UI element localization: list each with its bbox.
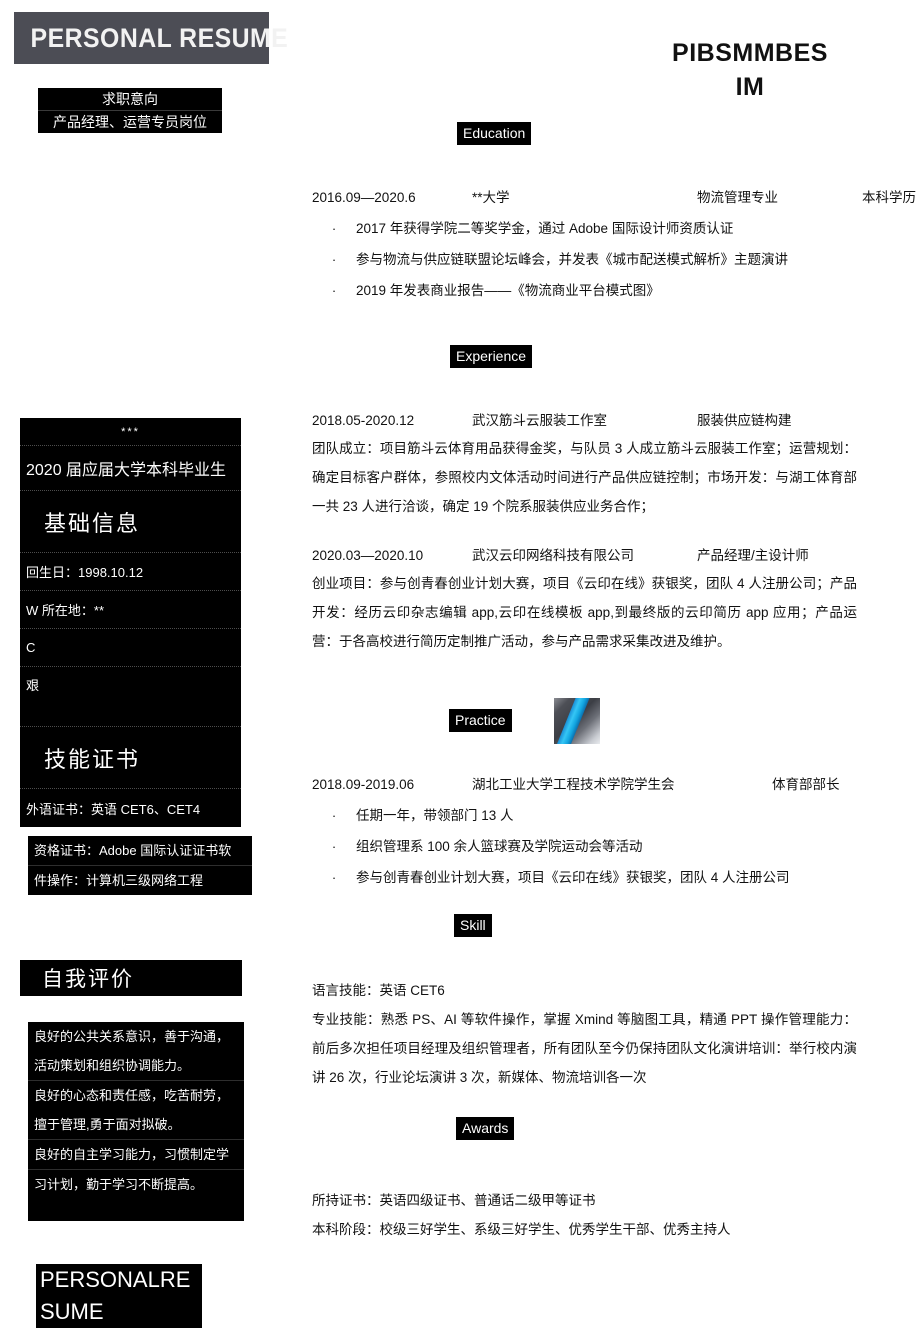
graduation-status: 2020 届应届大学本科毕业生	[20, 446, 241, 491]
self-evaluation-title: 自我评价	[20, 960, 242, 996]
skill-professional-paragraph: 专业技能：熟悉 PS、AI 等软件操作，掌握 Xmind 等脑图工具，精通 PP…	[312, 1012, 857, 1085]
practice-bullet-1: · 任期一年，带领部门 13 人	[312, 800, 840, 831]
section-label-practice: Practice	[449, 709, 512, 732]
practice-role: 体育部部长	[772, 777, 840, 792]
section-label-education: Education	[457, 122, 532, 145]
practice-bullet-1-text: 任期一年，带领部门 13 人	[356, 808, 514, 823]
education-bullet-1-text: 2017 年获得学院二等奖学金，通过 Adobe 国际设计师资质认证	[356, 221, 734, 236]
info-row-c: C	[20, 629, 241, 667]
self-eval-line-1: 良好的公共关系意识，善于沟通，	[34, 1029, 230, 1044]
info-row-birthday: 回生日：1998.10.12	[20, 553, 241, 591]
practice-bullet-2-text: 组织管理系 100 余人篮球赛及学院运动会等活动	[356, 839, 643, 854]
education-entry: 2016.09—2020.6 **大学 物流管理专业 本科学历 · 2017 年…	[312, 185, 916, 306]
skill-entry: 语言技能：英语 CET6 专业技能：熟悉 PS、AI 等软件操作，掌握 Xmin…	[312, 976, 857, 1092]
education-bullets: · 2017 年获得学院二等奖学金，通过 Adobe 国际设计师资质认证 · 参…	[312, 213, 916, 306]
experience-2-org: 武汉云印网络科技有限公司	[472, 548, 634, 563]
self-eval-line-2: 活动策划和组织协调能力。	[34, 1058, 191, 1073]
practice-bullet-3-text: 参与创青春创业计划大赛，项目《云印在线》获银奖，团队 4 人注册公司	[356, 870, 790, 885]
section-label-skill: Skill	[454, 914, 492, 937]
education-school: **大学	[472, 190, 510, 205]
practice-head: 2018.09-2019.06 湖北工业大学工程技术学院学生会 体育部部长	[312, 772, 840, 798]
practice-bullet-2: · 组织管理系 100 余人篮球赛及学院运动会等活动	[312, 831, 840, 862]
practice-bullets: · 任期一年，带领部门 13 人 · 组织管理系 100 余人篮球赛及学院运动会…	[312, 800, 840, 893]
self-eval-line-3: 良好的心态和责任感，吃苦耐劳，	[28, 1080, 244, 1110]
bullet-dot-icon: ·	[331, 870, 337, 885]
education-degree: 本科学历	[862, 190, 916, 205]
self-eval-line-6: 习计划，勤于学习不断提高。	[28, 1169, 244, 1199]
practice-entry: 2018.09-2019.06 湖北工业大学工程技术学院学生会 体育部部长 · …	[312, 772, 840, 893]
info-row-location: W 所在地：**	[20, 591, 241, 629]
practice-org: 湖北工业大学工程技术学院学生会	[472, 777, 675, 792]
education-label-text: Education	[457, 122, 532, 145]
decorative-blue-stripe-image	[554, 698, 600, 744]
personal-resume-banner: PERSONAL RESUME	[14, 12, 288, 64]
education-date: 2016.09—2020.6	[312, 190, 416, 205]
education-entry-head: 2016.09—2020.6 **大学 物流管理专业 本科学历	[312, 185, 916, 211]
education-bullet-3-text: 2019 年发表商业报告——《物流商业平台模式图》	[356, 283, 660, 298]
job-objective-box: 求职意向 产品经理、运营专员岗位	[38, 88, 222, 133]
skill-label-text: Skill	[454, 914, 492, 937]
experience-1-date: 2018.05-2020.12	[312, 413, 415, 428]
candidate-name-line1: PIBSMMBES	[672, 39, 828, 67]
foreign-language-certificate: 外语证书：英语 CET6、CET4	[26, 801, 201, 817]
education-bullet-3: · 2019 年发表商业报告——《物流商业平台模式图》	[312, 275, 916, 306]
section-label-awards: Awards	[456, 1117, 515, 1140]
practice-date: 2018.09-2019.06	[312, 777, 415, 792]
job-objective-value: 产品经理、运营专员岗位	[38, 110, 222, 133]
bullet-dot-icon: ·	[331, 283, 337, 298]
experience-entry-1: 2018.05-2020.12 武汉筋斗云服装工作室 服装供应链构建 团队成立：…	[312, 408, 857, 521]
skill-language-line: 语言技能：英语 CET6	[312, 983, 445, 998]
basic-info-panel: *** 2020 届应届大学本科毕业生 基础信息 回生日：1998.10.12 …	[20, 418, 241, 827]
banner-title: PERSONAL RESUME	[30, 22, 289, 53]
education-major: 物流管理专业	[697, 190, 778, 205]
cert-row-software: 件操作：计算机三级网络工程	[34, 873, 204, 888]
bullet-dot-icon: ·	[331, 221, 337, 236]
experience-1-description: 团队成立：项目筋斗云体育用品获得金奖，与队员 3 人成立筋斗云服装工作室；运营规…	[312, 441, 857, 514]
stars-decoration: ***	[20, 418, 241, 446]
bottom-block-line1: PERSONALRE	[40, 1267, 191, 1292]
experience-1-role: 服装供应链构建	[697, 413, 792, 428]
education-bullet-1: · 2017 年获得学院二等奖学金，通过 Adobe 国际设计师资质认证	[312, 213, 916, 244]
education-bullet-2-text: 参与物流与供应链联盟论坛峰会，并发表《城市配送模式解析》主题演讲	[356, 252, 788, 267]
basic-info-title: 基础信息	[20, 491, 241, 553]
section-label-experience: Experience	[450, 345, 533, 368]
experience-2-role: 产品经理/主设计师	[697, 548, 809, 563]
blue-stripe-shape	[554, 698, 591, 744]
practice-label-text: Practice	[449, 709, 512, 732]
self-evaluation-box: 良好的公共关系意识，善于沟通， 活动策划和组织协调能力。 良好的心态和责任感，吃…	[28, 1022, 244, 1221]
practice-bullet-3: · 参与创青春创业计划大赛，项目《云印在线》获银奖，团队 4 人注册公司	[312, 862, 840, 893]
bottom-personal-resume-block: PERSONALRE SUME	[36, 1264, 202, 1328]
job-objective-heading: 求职意向	[102, 91, 158, 107]
candidate-name-line2: IM	[735, 73, 765, 101]
bullet-dot-icon: ·	[331, 839, 337, 854]
skill-certificate-title: 技能证书	[20, 727, 241, 789]
bullet-dot-icon: ·	[331, 808, 337, 823]
experience-2-description: 创业项目：参与创青春创业计划大赛，项目《云印在线》获银奖，团队 4 人注册公司；…	[312, 576, 857, 649]
awards-label-text: Awards	[456, 1117, 515, 1140]
experience-label-text: Experience	[450, 345, 533, 368]
bottom-block-line2: SUME	[40, 1299, 104, 1324]
self-eval-line-4: 擅于管理,勇于面对拟破。	[34, 1117, 181, 1132]
qualification-certificate-box: 资格证书：Adobe 国际认证证书软 件操作：计算机三级网络工程	[28, 836, 252, 895]
experience-2-date: 2020.03—2020.10	[312, 548, 424, 563]
info-row-extra: 艰	[20, 667, 241, 727]
education-bullet-2: · 参与物流与供应链联盟论坛峰会，并发表《城市配送模式解析》主题演讲	[312, 244, 916, 275]
awards-entry: 所持证书：英语四级证书、普通话二级甲等证书 本科阶段：校级三好学生、系级三好学生…	[312, 1186, 731, 1244]
cert-row-qualification: 资格证书：Adobe 国际认证证书软	[28, 836, 252, 866]
awards-undergraduate-line: 本科阶段：校级三好学生、系级三好学生、优秀学生干部、优秀主持人	[312, 1222, 731, 1237]
bullet-dot-icon: ·	[331, 252, 337, 267]
candidate-name-header: PIBSMMBES IM	[600, 36, 900, 104]
awards-certificates-line: 所持证书：英语四级证书、普通话二级甲等证书	[312, 1193, 596, 1208]
experience-2-head: 2020.03—2020.10 武汉云印网络科技有限公司 产品经理/主设计师	[312, 543, 857, 569]
experience-1-head: 2018.05-2020.12 武汉筋斗云服装工作室 服装供应链构建	[312, 408, 857, 434]
experience-entry-2: 2020.03—2020.10 武汉云印网络科技有限公司 产品经理/主设计师 创…	[312, 543, 857, 656]
self-eval-line-5: 良好的自主学习能力，习惯制定学	[28, 1139, 244, 1169]
experience-1-org: 武汉筋斗云服装工作室	[472, 413, 607, 428]
